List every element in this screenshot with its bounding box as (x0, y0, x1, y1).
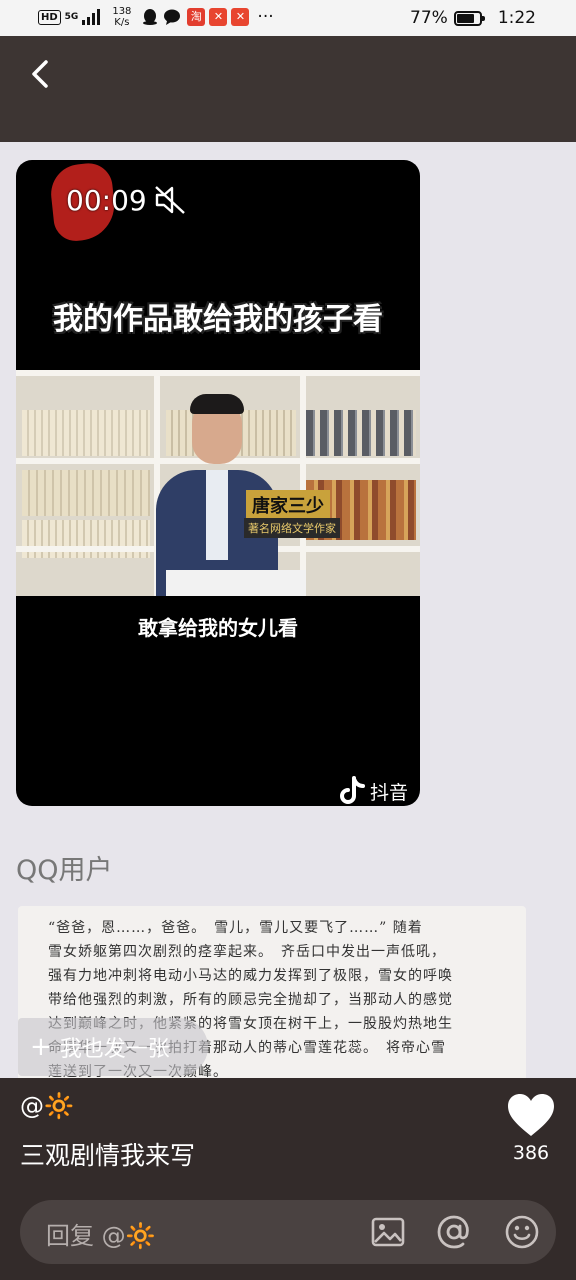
author-emoji: 🔆 (44, 1092, 74, 1120)
shelf-board (16, 370, 420, 376)
text-image-line: 雪女娇躯第四次剧烈的痉挛起来。 齐岳口中发出一声低吼， (48, 944, 446, 960)
network-speed-value: 138 (112, 6, 132, 17)
speaker-title: 著名网络文学作家 (244, 518, 340, 538)
video-caption-top: 我的作品敢给我的孩子看 (53, 302, 383, 337)
douyin-label: 抖音 (369, 781, 408, 804)
reply-bar: 回复 @🔆 (0, 1186, 576, 1280)
status-bar: HD 5G 138 K/s 淘 ✕ ✕ ··· 77% 1:22 (0, 0, 576, 36)
post-title: 三观剧情我来写 (20, 1141, 196, 1170)
video-player[interactable]: 00:09 我的作品敢给我的孩子看 唐家三少 著名网络文学作家 敢拿给我的女儿看… (16, 160, 420, 806)
chevron-left-icon (32, 60, 48, 88)
author-mention[interactable]: @🔆 (20, 1092, 74, 1120)
network-speed-unit: K/s (114, 17, 130, 28)
post-username[interactable]: QQ用户 (16, 848, 113, 887)
image-icon[interactable] (370, 1214, 406, 1250)
battery-icon (453, 10, 485, 26)
network-speed: 138 K/s (112, 6, 131, 28)
author-prefix: @ (20, 1092, 44, 1120)
mention-icon[interactable] (436, 1214, 472, 1250)
back-button[interactable] (22, 54, 62, 94)
bookshelf-books (22, 410, 150, 456)
podium (166, 570, 306, 596)
video-timestamp: 00:09 (66, 184, 147, 217)
heart-icon[interactable] (506, 1092, 556, 1138)
like-count: 386 (512, 1142, 550, 1164)
bookshelf-books (306, 410, 416, 456)
qq-icon (143, 9, 158, 25)
post-also-label: 我也发一张 (59, 1037, 170, 1062)
speaker-hair (190, 394, 244, 414)
text-image-line: 带给他强烈的刺激，所有的顾忌完全抛却了，当那动人的感觉 (48, 992, 453, 1008)
shelf-divider (300, 370, 306, 596)
app-icon-1: ✕ (209, 8, 228, 26)
battery-fill (456, 13, 474, 23)
douyin-icon (340, 776, 365, 804)
mute-icon[interactable] (154, 185, 188, 215)
app-icon-2: ✕ (231, 8, 250, 26)
status-right: 77% 1:22 (410, 8, 536, 28)
reply-placeholder-text: 回复 @ (46, 1222, 126, 1250)
video-frame: 唐家三少 著名网络文学作家 (16, 370, 420, 596)
more-notifications: ··· (257, 7, 274, 27)
post-content: 00:09 我的作品敢给我的孩子看 唐家三少 著名网络文学作家 敢拿给我的女儿看… (0, 142, 576, 1078)
taobao-icon: 淘 (187, 8, 206, 26)
bookshelf-books (22, 470, 150, 516)
text-image-line: 强有力地冲刺将电动小马达的威力发挥到了极限，雪女的呼唤 (48, 968, 453, 984)
post-info-bar: @🔆 三观剧情我来写 386 (0, 1078, 576, 1186)
bookshelf-books (22, 520, 150, 558)
status-left: HD 5G 138 K/s 淘 ✕ ✕ ··· (38, 6, 274, 28)
post-also-button[interactable]: + 我也发一张 (18, 1018, 208, 1076)
wechat-icon (164, 9, 181, 25)
network-indicator: 5G (64, 12, 79, 22)
app-header (0, 36, 576, 142)
reply-placeholder: 回复 @🔆 (46, 1216, 156, 1251)
emoji-icon[interactable] (504, 1214, 540, 1250)
clock: 1:22 (497, 8, 536, 28)
reply-input[interactable]: 回复 @🔆 (20, 1200, 556, 1264)
speaker-name-tag: 唐家三少 (246, 490, 330, 520)
reply-placeholder-emoji: 🔆 (125, 1222, 156, 1250)
text-image-line: “爸爸，恩……，爸爸。 雪儿，雪儿又要飞了……” 随着 (48, 920, 423, 936)
signal-icon (82, 9, 101, 25)
hd-indicator: HD (38, 9, 61, 25)
battery-percent: 77% (410, 8, 448, 28)
douyin-watermark: 抖音 (340, 776, 408, 806)
plus-icon: + (30, 1032, 52, 1062)
video-subtitle: 敢拿给我的女儿看 (138, 616, 298, 640)
speaker-shirt (206, 470, 228, 560)
